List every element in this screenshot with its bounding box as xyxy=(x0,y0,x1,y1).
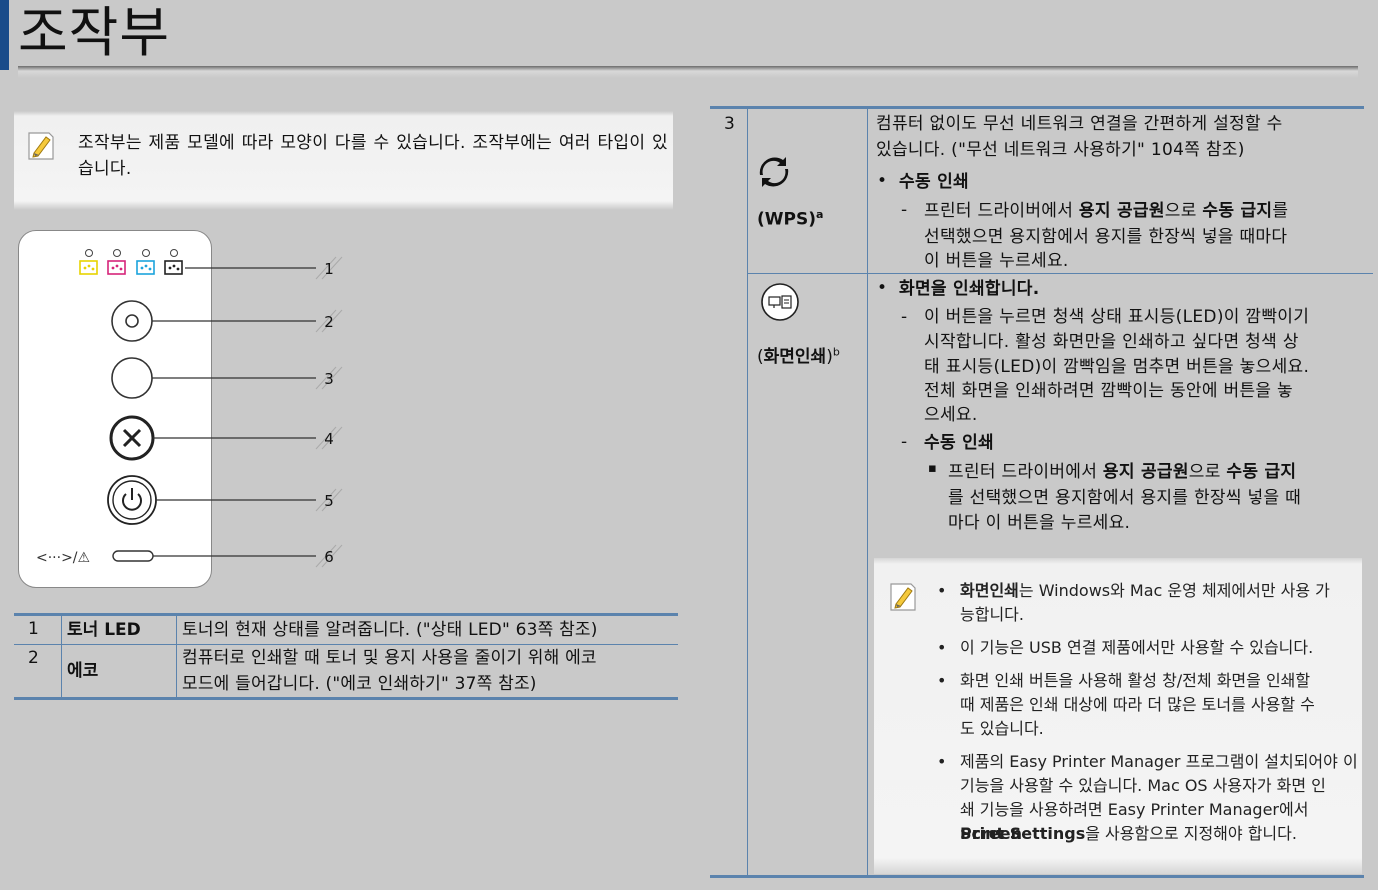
bold-term: 수동 급지 xyxy=(1202,201,1273,221)
wps-desc-line: 컴퓨터 없이도 무선 네트워크 연결을 간편하게 설정할 수 xyxy=(876,114,1283,134)
callout-5: 5 xyxy=(324,492,334,510)
screen-bullet-title: 화면을 인쇄합니다. xyxy=(899,279,1040,299)
wps-label-text: (WPS) xyxy=(757,209,816,230)
bullet-dot: • xyxy=(937,581,947,600)
square-bullet: ▪ xyxy=(928,461,937,476)
table-top-rule xyxy=(710,106,1364,109)
bold-term: 용지 공급원 xyxy=(1102,462,1189,482)
screen-sub-title: 수동 인쇄 xyxy=(924,433,994,453)
note-line: Print Settings을 사용함으로 지정해야 합니다. xyxy=(960,822,1297,846)
column-divider xyxy=(747,109,748,875)
note-line: 화면 인쇄 버튼을 사용해 활성 창/전체 화면을 인쇄할 xyxy=(960,671,1311,690)
toner-led-cyan xyxy=(136,249,155,275)
power-button xyxy=(107,475,157,525)
bold-term: 화면인쇄 xyxy=(960,581,1019,600)
leader-lines xyxy=(152,267,316,557)
note-line: 화면인쇄는 Windows와 Mac 운영 체제에서만 사용 가 xyxy=(960,579,1330,603)
table-row: 1 토너 LED 토너의 현재 상태를 알려줍니다. ("상태 LED" 63쪽… xyxy=(14,613,678,645)
screen-print-label: (화면인쇄)b xyxy=(757,342,840,367)
row-desc: 토너의 현재 상태를 알려줍니다. ("상태 LED" 63쪽 참조) xyxy=(176,613,678,645)
wps-button xyxy=(111,357,153,399)
text-span: 으로 xyxy=(1188,462,1227,482)
wps-sub-line: 프린터 드라이버에서 용지 공급원으로 수동 급지를 xyxy=(924,198,1288,224)
row-name: 토너 LED xyxy=(61,613,177,645)
callout-hatch xyxy=(315,256,343,568)
note-box: • 화면인쇄는 Windows와 Mac 운영 체제에서만 사용 가 능합니다.… xyxy=(874,558,1362,874)
row-number: 3 xyxy=(724,114,735,134)
text-span: 프린터 드라이버에서 xyxy=(948,462,1103,482)
note-line: 때 제품은 인쇄 대상에 따라 더 많은 토너를 사용할 수 xyxy=(960,695,1315,714)
note-line: 도 있습니다. xyxy=(960,719,1044,738)
row-desc-line: 컴퓨터로 인쇄할 때 토너 및 용지 사용을 줄이기 위해 에코 xyxy=(182,648,597,668)
callout-6: 6 xyxy=(324,548,334,566)
dash-mark: - xyxy=(901,307,908,327)
row-desc-line: 모드에 들어갑니다. ("에코 인쇄하기" 37쪽 참조) xyxy=(182,674,537,694)
row-number: 2 xyxy=(14,644,62,700)
text-span: 프린터 드라이버에서 xyxy=(924,201,1079,221)
row-number: 1 xyxy=(14,613,62,645)
callout-4: 4 xyxy=(324,430,334,448)
toner-led-yellow xyxy=(79,249,98,275)
cancel-button xyxy=(109,415,155,461)
column-divider xyxy=(867,109,868,875)
text-span: 는 Windows와 Mac 운영 체제에서만 사용 가 xyxy=(1018,581,1330,600)
screen-sub-line: 마다 이 버튼을 누르세요. xyxy=(948,513,1131,533)
screen-desc-line: 태 표시등(LED)이 깜빡임을 멈추면 버튼을 놓으세요. xyxy=(924,357,1310,377)
text-span: 을 사용함으로 지정해야 합니다. xyxy=(1085,824,1297,843)
callout-1: 1 xyxy=(324,260,334,278)
text-span: 쇄 기능을 사용하려면 Easy Printer Manager에서 xyxy=(960,800,1309,819)
note-pencil-icon xyxy=(890,583,916,611)
bullet-dot: • xyxy=(937,671,947,690)
wps-bullet-title: 수동 인쇄 xyxy=(899,172,969,192)
text-span: ) xyxy=(826,347,833,367)
bold-term: Print Settings xyxy=(960,824,1086,843)
bullet-dot: • xyxy=(877,171,888,191)
toner-led-magenta xyxy=(107,249,126,275)
status-led xyxy=(112,550,154,562)
table-bottom-rule xyxy=(710,875,1364,878)
note-line: 기능을 사용할 수 있습니다. Mac OS 사용자가 화면 인 xyxy=(960,776,1326,795)
footnote-mark: a xyxy=(816,208,824,221)
screen-print-icon xyxy=(761,283,799,321)
screen-desc-line: 이 버튼을 누르면 청색 상태 표시등(LED)이 깜빡이기 xyxy=(924,307,1310,327)
note-line: 제품의 Easy Printer Manager 프로그램이 설치되어야 이 xyxy=(960,752,1358,771)
text-span: 를 xyxy=(1272,201,1289,221)
screen-desc-line: 전체 화면을 인쇄하려면 깜빡이는 동안에 버튼을 놓 xyxy=(924,381,1293,401)
text-span: ( xyxy=(757,347,764,367)
note-line: 능합니다. xyxy=(960,605,1024,624)
wps-label: (WPS)a xyxy=(757,208,823,230)
wps-desc-line: 있습니다. ("무선 네트워크 사용하기" 104쪽 참조) xyxy=(876,140,1245,160)
callout-3: 3 xyxy=(324,370,334,388)
text-span: 으로 xyxy=(1164,201,1203,221)
panel-table: 1 토너 LED 토너의 현재 상태를 알려줍니다. ("상태 LED" 63쪽… xyxy=(14,613,678,700)
bullet-dot: • xyxy=(937,752,947,771)
screen-desc-line: 시작합니다. 활성 화면만을 인쇄하고 싶다면 청색 상 xyxy=(924,332,1299,352)
bullet-dot: • xyxy=(877,278,888,298)
screen-sub-line: 프린터 드라이버에서 용지 공급원으로 수동 급지 xyxy=(948,459,1296,485)
note-line: 이 기능은 USB 연결 제품에서만 사용할 수 있습니다. xyxy=(960,638,1314,657)
wps-icon xyxy=(759,157,789,187)
dash-mark: - xyxy=(901,200,908,220)
row-name: 에코 xyxy=(61,644,177,700)
row-desc: 컴퓨터로 인쇄할 때 토너 및 용지 사용을 줄이기 위해 에코 모드에 들어갑… xyxy=(176,644,678,700)
callout-2: 2 xyxy=(324,313,334,331)
eco-button xyxy=(111,300,153,342)
bold-term: 화면인쇄 xyxy=(763,347,827,367)
table-row: 2 에코 컴퓨터로 인쇄할 때 토너 및 용지 사용을 줄이기 위해 에코 모드… xyxy=(14,644,678,700)
screen-desc-line: 으세요. xyxy=(924,405,978,425)
screen-sub-line: 를 선택했으면 용지함에서 용지를 한장씩 넣을 때 xyxy=(948,488,1302,508)
bullet-dot: • xyxy=(937,638,947,657)
dash-mark: - xyxy=(901,432,908,452)
wps-sub-line: 선택했으면 용지함에서 용지를 한장씩 넣을 때마다 xyxy=(924,227,1288,247)
bold-term: 수동 급지 xyxy=(1226,462,1297,482)
footnote-mark: b xyxy=(832,345,840,359)
status-symbol: <···>/⚠ xyxy=(36,550,90,566)
bold-term: 용지 공급원 xyxy=(1078,201,1165,221)
wps-sub-line: 이 버튼을 누르세요. xyxy=(924,251,1069,271)
toner-led-black xyxy=(164,249,183,275)
